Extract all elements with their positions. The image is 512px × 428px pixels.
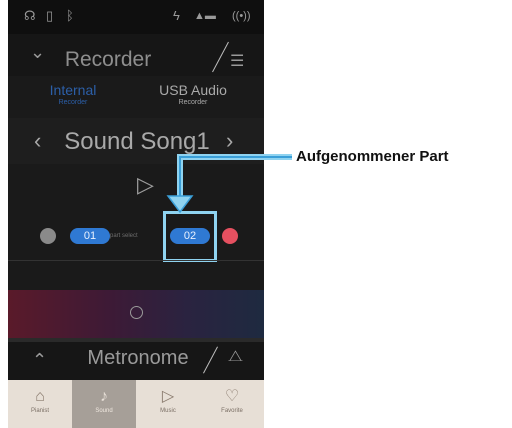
recorded-part-highlight xyxy=(163,211,217,262)
bluetooth-icon: ᛒ xyxy=(66,8,74,23)
song-name: Sound Song1 xyxy=(64,128,210,155)
power-icon: ϟ xyxy=(173,8,180,23)
nav-label: Pianist xyxy=(30,408,49,414)
tab-label: Internal xyxy=(49,82,97,98)
app-screen: ☊ ▯ ᛒ ϟ ▲▬ ((•)) ⌄ Recorder ☰ Internal R… xyxy=(8,0,264,428)
nav-label: Music xyxy=(160,408,176,414)
part-1-button[interactable]: 01 xyxy=(70,228,110,244)
record-indicator[interactable] xyxy=(222,228,238,244)
nav-pianist[interactable]: ⌂ Pianist xyxy=(8,380,72,428)
heart-icon: ♡ xyxy=(224,388,240,405)
tab-internal-recorder[interactable]: Internal Recorder xyxy=(18,82,128,107)
wifi-midi-icon: ▲▬ xyxy=(194,10,216,22)
play-icon[interactable]: ▷ xyxy=(137,172,154,198)
tab-usb-audio-recorder[interactable]: USB Audio Recorder xyxy=(138,82,248,107)
piano-icon: ⌂ xyxy=(35,388,45,405)
chevron-right-icon[interactable]: › xyxy=(226,128,233,154)
play-icon: ▷ xyxy=(161,388,175,405)
nav-favorite[interactable]: ♡ Favorite xyxy=(200,380,264,428)
menu-icon[interactable]: ☰ xyxy=(230,51,244,71)
metronome-title: Metronome xyxy=(87,347,189,369)
stop-indicator xyxy=(40,228,56,244)
part-select-label: part select xyxy=(110,233,138,239)
nav-label: Favorite xyxy=(221,408,243,414)
metronome-icon[interactable]: ⧍ xyxy=(228,348,243,366)
nav-label: Sound xyxy=(95,408,113,414)
headphones-icon: ☊ xyxy=(24,8,36,23)
nav-music[interactable]: ▷ Music xyxy=(136,380,200,428)
broadcast-icon: ((•)) xyxy=(232,10,251,22)
chevron-up-icon[interactable]: ⌃ xyxy=(32,350,47,371)
divider xyxy=(8,260,264,261)
tab-label: USB Audio xyxy=(159,82,227,98)
callout-label: Aufgenommener Part xyxy=(296,148,449,165)
tab-sublabel: Recorder xyxy=(58,99,88,106)
page-title: Recorder xyxy=(64,48,152,71)
chevron-left-icon[interactable]: ‹ xyxy=(34,128,41,154)
nav-sound[interactable]: ♪ Sound xyxy=(72,380,136,428)
note-icon: ♪ xyxy=(100,388,108,405)
usb-memory-icon: ▯ xyxy=(46,8,54,23)
loop-icon[interactable] xyxy=(130,306,143,319)
tab-sublabel: Recorder xyxy=(178,99,208,106)
